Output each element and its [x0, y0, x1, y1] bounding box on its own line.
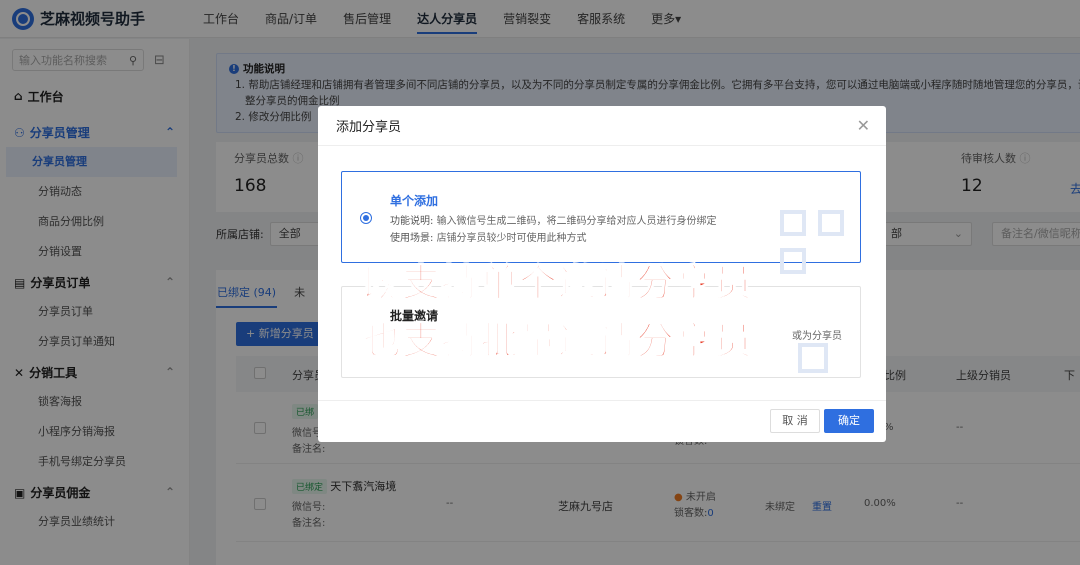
single-add-title: 单个添加: [390, 194, 439, 208]
single-scene-label: 使用场景:: [390, 233, 434, 244]
promo-line-2: 也支持批量邀请分享员: [362, 318, 754, 364]
single-scene-text: 店铺分享员较少时可使用此种方式: [436, 233, 587, 244]
close-icon[interactable]: ✕: [857, 116, 870, 135]
qrcode-icon: [780, 210, 844, 274]
single-desc-text: 输入微信号生成二维码，将二维码分享给对应人员进行身份绑定: [436, 216, 717, 227]
invite-icon: [780, 329, 844, 393]
cancel-button[interactable]: 取 消: [770, 409, 820, 433]
single-desc-label: 功能说明:: [390, 216, 434, 227]
radio-single-add[interactable]: [360, 212, 372, 224]
confirm-button[interactable]: 确定: [824, 409, 874, 433]
dialog-title: 添加分享员: [336, 120, 402, 135]
option-single-add[interactable]: 单个添加 功能说明: 输入微信号生成二维码，将二维码分享给对应人员进行身份绑定 …: [341, 171, 861, 274]
promo-line-1: 既支持单个邀请分享员: [362, 260, 754, 306]
dialog-footer: 取 消 确定: [318, 400, 886, 442]
